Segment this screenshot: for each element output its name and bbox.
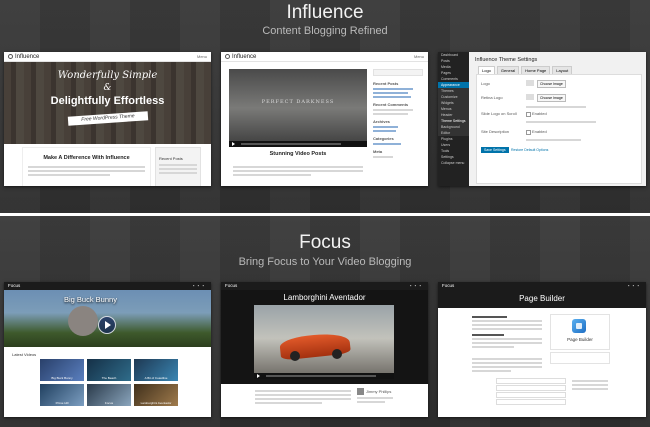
influence-title: Influence: [286, 2, 364, 23]
content-heading: Make A Difference With Influence: [43, 155, 130, 161]
page-title: Page Builder: [438, 290, 646, 308]
shot-navbar: Focus ▪ ▪ ▪: [438, 282, 646, 290]
video-title: Lamborghini Aventador: [283, 293, 366, 302]
sidebar-title: Recent Posts: [159, 156, 183, 161]
content-card: Make A Difference With Influence: [22, 147, 151, 186]
hero-line-2: Delightfully Effortless: [50, 95, 165, 107]
bunny-figure: [68, 306, 98, 336]
video-grid: Big Buck Bunny The Beach A Bit of Coastl…: [40, 359, 180, 406]
enabled-label: Enabled: [532, 111, 547, 116]
page-content: Page Builder: [472, 312, 612, 417]
featured-video[interactable]: Big Buck Bunny: [4, 290, 211, 347]
field-label: Site Description: [481, 129, 510, 134]
play-icon[interactable]: [232, 142, 235, 146]
data-table: [496, 378, 566, 405]
sidebar: Recent Posts Recent Comments Archives Ca…: [373, 69, 423, 160]
logo-icon: [225, 54, 230, 59]
shot-navbar: Influence Menu: [4, 52, 211, 62]
video-controls[interactable]: [229, 141, 367, 147]
wp-admin-menu: Dashboard Posts Media Pages Comments App…: [438, 52, 469, 186]
progress-track[interactable]: [266, 375, 376, 377]
post-heading: Stunning Video Posts: [269, 151, 327, 157]
video-title: Perfect Darkness: [261, 99, 335, 105]
influence-subtitle: Content Blogging Refined: [262, 25, 388, 37]
video-thumb[interactable]: Focus: [87, 384, 131, 406]
video-thumb[interactable]: The Beach: [87, 359, 131, 381]
settings-panel: Logo Choose Image Retina Logo Choose Ima…: [476, 74, 642, 184]
hero-ampersand: &: [103, 83, 112, 93]
thumb-label: Focus: [104, 401, 114, 405]
shot-logo: Influence: [15, 53, 40, 60]
choose-image-button[interactable]: Choose Image: [537, 94, 566, 102]
save-settings-button[interactable]: Save Settings: [481, 147, 509, 153]
video-title: Big Buck Bunny: [64, 295, 117, 304]
influence-section: Influence Content Blogging Refined Influ…: [0, 0, 650, 213]
influence-video-post-screenshot[interactable]: Influence Menu Perfect Darkness Stunning…: [221, 52, 428, 186]
sidebar-heading: Recent Comments: [373, 102, 409, 107]
influence-theme-settings-screenshot[interactable]: Dashboard Posts Media Pages Comments App…: [438, 52, 646, 186]
video-thumb[interactable]: Lamborghini Aventador: [134, 384, 178, 406]
menu-collapse[interactable]: Collapse menu: [438, 160, 469, 166]
hero-wood-background: Wonderfully Simple & Delightfully Effort…: [4, 62, 211, 144]
enabled-checkbox[interactable]: [526, 112, 531, 117]
hero-line-1: Wonderfully Simple: [57, 70, 158, 81]
choose-image-button[interactable]: Choose Image: [537, 80, 566, 88]
video-thumb[interactable]: Big Buck Bunny: [40, 359, 84, 381]
focus-title: Focus: [299, 232, 351, 253]
retina-logo-preview: [526, 94, 534, 100]
post-body: [255, 388, 351, 406]
thumb-label: The Beach: [101, 376, 117, 380]
page-builder-icon: [572, 319, 586, 333]
shot-logo: Focus: [442, 283, 455, 288]
field-label: Retina Logo: [481, 95, 503, 100]
thumb-label: Prime Hill: [55, 401, 69, 405]
logo-preview: [526, 80, 534, 86]
author-name: Jimmy Phillips: [366, 389, 392, 394]
logo-icon: [8, 54, 13, 59]
sidebar-widget: Recent Posts: [155, 147, 201, 186]
shot-navbar: Focus ▪ ▪ ▪: [221, 282, 428, 290]
shot-logo: Focus: [8, 283, 21, 288]
author-box: Jimmy Phillips: [357, 388, 397, 405]
play-icon[interactable]: [257, 374, 260, 378]
menu-label: Menu: [413, 54, 424, 59]
field-label: Slide Logo on Scroll: [481, 111, 517, 116]
sidebar-heading: Archives: [373, 119, 390, 124]
restore-defaults-link[interactable]: Restore Default Options: [509, 147, 550, 153]
play-icon[interactable]: [98, 316, 116, 334]
field-label: Logo: [481, 81, 490, 86]
focus-homepage-screenshot[interactable]: Focus ▪ ▪ ▪ Big Buck Bunny Latest Videos…: [4, 282, 211, 417]
shot-navbar: Influence Menu: [221, 52, 428, 62]
video-stage: Lamborghini Aventador: [221, 290, 428, 384]
focus-section: Focus Bring Focus to Your Video Blogging…: [0, 216, 650, 427]
video-controls[interactable]: [254, 373, 394, 379]
feature-box: Page Builder: [550, 314, 610, 350]
focus-subtitle: Bring Focus to Your Video Blogging: [238, 256, 412, 268]
menu-label: Menu: [196, 54, 207, 59]
video-thumb[interactable]: A Bit of Coastline: [134, 359, 178, 381]
shot-logo: Focus: [225, 283, 238, 288]
sidebar-heading: Recent Posts: [373, 81, 399, 86]
video-player[interactable]: [254, 305, 394, 379]
sidebar-search[interactable]: [373, 69, 423, 76]
thumb-label: A Bit of Coastline: [144, 376, 168, 380]
enabled-label: Enabled: [532, 129, 547, 134]
avatar: [357, 388, 364, 395]
shot-logo: Influence: [232, 53, 257, 60]
sidebar-heading: Categories: [373, 136, 394, 141]
settings-page-title: Influence Theme Settings: [475, 57, 538, 63]
feature-label: Page Builder: [567, 337, 593, 342]
progress-track[interactable]: [241, 143, 341, 145]
description-checkbox[interactable]: [526, 130, 531, 135]
sidebar-heading: Meta: [373, 149, 383, 154]
shot-navbar: Focus ▪ ▪ ▪: [4, 282, 211, 290]
thumb-label: Lamborghini Aventador: [140, 401, 172, 405]
influence-homepage-screenshot[interactable]: Influence Menu Wonderfully Simple & Deli…: [4, 52, 211, 186]
thumb-label: Big Buck Bunny: [51, 376, 73, 380]
focus-video-post-screenshot[interactable]: Focus ▪ ▪ ▪ Lamborghini Aventador Jimmy …: [221, 282, 428, 417]
video-thumb[interactable]: Prime Hill: [40, 384, 84, 406]
focus-page-builder-screenshot[interactable]: Focus ▪ ▪ ▪ Page Builder Page Builder: [438, 282, 646, 417]
section-label: Latest Videos: [12, 352, 37, 357]
video-player[interactable]: Perfect Darkness: [229, 69, 367, 147]
